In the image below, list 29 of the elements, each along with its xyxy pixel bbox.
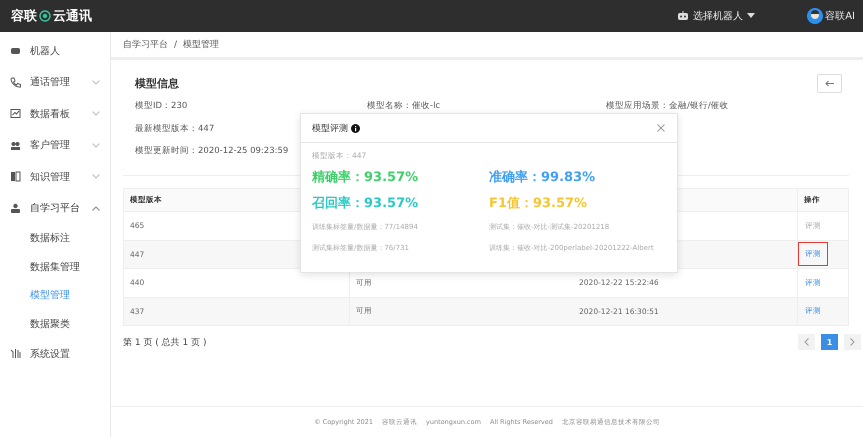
- nav-item[interactable]: 自学习平台: [0, 192, 110, 224]
- breadcrumb-separator: /: [174, 40, 178, 50]
- nav-item[interactable]: 通话管理: [0, 66, 110, 98]
- nav-item[interactable]: 数据看板: [0, 98, 110, 130]
- nav-item[interactable]: 知识管理: [0, 161, 110, 192]
- robot-select[interactable]: 选择机器人: [677, 9, 756, 23]
- nav-item[interactable]: 客户管理: [0, 130, 110, 161]
- info-field: 模型更新时间：2020-12-25 09:23:59: [135, 144, 288, 159]
- breadcrumb-item[interactable]: 自学习平台: [123, 38, 168, 51]
- metric-value: F1值：93.57%: [489, 195, 588, 213]
- nav-item[interactable]: 系统设置: [0, 338, 110, 370]
- metric-value: 精确率：93.57%: [312, 168, 420, 187]
- info-field: 模型名称：催收-lc: [367, 99, 440, 114]
- nav-subitem[interactable]: 数据聚类: [0, 310, 110, 338]
- nav-item[interactable]: 机器人: [0, 35, 110, 66]
- nav-subitem[interactable]: 数据集管理: [0, 252, 110, 281]
- logo-text: 云通讯: [53, 8, 92, 25]
- info-field: 最新模型版本：447: [135, 122, 214, 136]
- section-title: 模型信息: [135, 76, 179, 91]
- info-field: 模型应用场景：金融/银行/催收: [606, 99, 729, 114]
- logo[interactable]: 容联 云通讯: [11, 7, 92, 25]
- info-field: 模型ID：230: [135, 99, 188, 114]
- dialog-title: 模型评测: [312, 122, 348, 134]
- page-summary: 第 1 页 ( 总共 1 页 ): [123, 336, 207, 348]
- nav-subitem[interactable]: 数据标注: [0, 224, 110, 252]
- metric-value: 准确率：99.83%: [489, 168, 596, 187]
- user-name[interactable]: 容联AI: [825, 9, 855, 23]
- logo-text: 容联: [11, 8, 37, 25]
- breadcrumb-item[interactable]: 模型管理: [183, 38, 220, 51]
